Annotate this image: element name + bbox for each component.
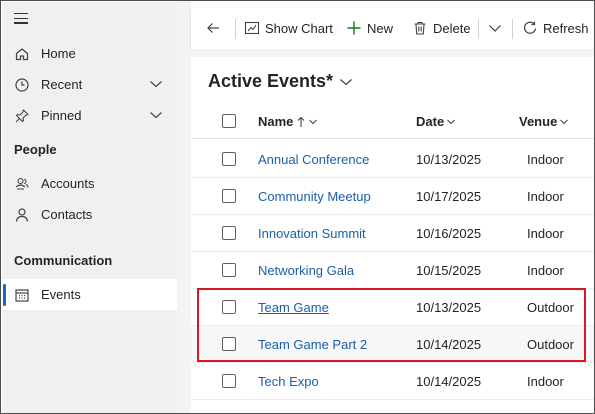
row-date: 10/13/2025 xyxy=(416,152,482,167)
row-venue: Indoor xyxy=(527,226,564,241)
row-name-link[interactable]: Networking Gala xyxy=(258,263,354,278)
toolbar-divider xyxy=(235,19,236,39)
refresh-label: Refresh xyxy=(543,20,589,36)
chevron-down-icon xyxy=(560,119,569,124)
sidebar-item-label: Events xyxy=(41,287,81,302)
row-date: 10/17/2025 xyxy=(416,189,482,204)
column-header-label: Date xyxy=(416,114,445,129)
sidebar-item-label: Contacts xyxy=(41,207,93,222)
row-name-link[interactable]: Tech Expo xyxy=(258,374,319,389)
row-venue: Indoor xyxy=(527,152,564,167)
row-checkbox[interactable] xyxy=(222,152,236,166)
contact-icon xyxy=(15,208,29,222)
row-name-link[interactable]: Innovation Summit xyxy=(258,226,366,241)
table-row[interactable]: Team Game 10/13/2025 Outdoor xyxy=(191,289,594,326)
accounts-icon xyxy=(15,177,29,190)
chevron-down-icon xyxy=(447,119,456,124)
row-checkbox[interactable] xyxy=(222,337,236,351)
row-date: 10/13/2025 xyxy=(416,300,482,315)
chevron-down-icon xyxy=(309,119,318,124)
row-checkbox[interactable] xyxy=(222,189,236,203)
row-date: 10/16/2025 xyxy=(416,226,482,241)
row-checkbox[interactable] xyxy=(222,374,236,388)
table-row[interactable]: Team Game Part 2 10/14/2025 Outdoor xyxy=(191,326,594,363)
home-icon xyxy=(15,48,29,61)
row-venue: Outdoor xyxy=(527,337,574,352)
row-date: 10/14/2025 xyxy=(416,374,482,389)
section-heading-people: People xyxy=(14,142,57,157)
sidebar-item-label: Accounts xyxy=(41,176,95,191)
sidebar-item-label: Pinned xyxy=(41,108,82,123)
main-content: Active Events* Name Date Venue Annual Co… xyxy=(191,57,594,413)
row-checkbox[interactable] xyxy=(222,226,236,240)
view-selector[interactable]: Active Events* xyxy=(208,71,353,92)
hamburger-menu-icon[interactable] xyxy=(14,13,28,25)
sidebar-item-recent[interactable]: Recent xyxy=(2,69,177,100)
more-commands-button[interactable] xyxy=(487,7,508,49)
sidebar-item-contacts[interactable]: Contacts xyxy=(2,199,177,230)
calendar-icon xyxy=(15,289,29,302)
row-venue: Indoor xyxy=(527,189,564,204)
column-header-venue[interactable]: Venue xyxy=(519,114,569,129)
selected-indicator xyxy=(3,284,6,306)
select-all-checkbox[interactable] xyxy=(222,114,236,128)
row-venue: Indoor xyxy=(527,263,564,278)
new-button[interactable]: New xyxy=(346,7,393,49)
row-date: 10/14/2025 xyxy=(416,337,482,352)
chevron-down-icon[interactable] xyxy=(149,79,163,89)
column-header-label: Name xyxy=(258,114,294,129)
table-row[interactable]: Networking Gala 10/15/2025 Indoor xyxy=(191,252,594,289)
row-name-link[interactable]: Annual Conference xyxy=(258,152,369,167)
row-date: 10/15/2025 xyxy=(416,263,482,278)
table-row[interactable]: Tech Expo 10/14/2025 Indoor xyxy=(191,363,594,400)
sidebar-item-pinned[interactable]: Pinned xyxy=(2,100,177,131)
pane-gutter xyxy=(177,1,191,413)
section-heading-communication: Communication xyxy=(14,253,113,268)
refresh-button[interactable]: Refresh xyxy=(522,7,589,49)
view-title: Active Events* xyxy=(208,71,334,91)
table-row[interactable]: Community Meetup 10/17/2025 Indoor xyxy=(191,178,594,215)
row-name-link[interactable]: Team Game Part 2 xyxy=(258,337,367,352)
trash-icon xyxy=(414,21,426,35)
table-row[interactable]: Innovation Summit 10/16/2025 Indoor xyxy=(191,215,594,252)
new-label: New xyxy=(367,20,394,36)
back-button[interactable] xyxy=(205,7,226,49)
chart-icon xyxy=(244,21,260,35)
toolbar-divider xyxy=(512,19,513,39)
row-checkbox[interactable] xyxy=(222,300,236,314)
row-name-link[interactable]: Team Game xyxy=(258,300,329,315)
command-bar: Show Chart New Delete Refresh xyxy=(191,7,594,49)
column-header-label: Venue xyxy=(519,114,558,129)
content-gutter xyxy=(191,49,594,57)
sidebar-item-accounts[interactable]: Accounts xyxy=(2,168,177,199)
sidebar-item-label: Recent xyxy=(41,77,83,92)
show-chart-button[interactable]: Show Chart xyxy=(244,7,333,49)
delete-label: Delete xyxy=(433,20,471,36)
row-name-link[interactable]: Community Meetup xyxy=(258,189,371,204)
pin-icon xyxy=(15,109,29,123)
back-arrow-icon xyxy=(207,23,219,33)
sidebar-item-home[interactable]: Home xyxy=(2,38,177,69)
show-chart-label: Show Chart xyxy=(265,20,333,36)
app-window: Home Recent Pinned People Accounts Conta… xyxy=(0,0,595,414)
row-checkbox[interactable] xyxy=(222,263,236,277)
row-venue: Indoor xyxy=(527,374,564,389)
sidebar-item-events[interactable]: Events xyxy=(2,279,177,310)
row-venue: Outdoor xyxy=(527,300,574,315)
column-header-name[interactable]: Name xyxy=(258,114,318,129)
chevron-down-icon[interactable] xyxy=(149,110,163,120)
table-row[interactable]: Annual Conference 10/13/2025 Indoor xyxy=(191,141,594,178)
grid-header: Name Date Venue xyxy=(191,105,594,139)
chevron-down-icon xyxy=(340,78,352,85)
delete-button[interactable]: Delete xyxy=(412,7,471,49)
column-header-date[interactable]: Date xyxy=(416,114,456,129)
sidebar: Home Recent Pinned People Accounts Conta… xyxy=(2,2,177,413)
refresh-icon xyxy=(523,21,537,34)
toolbar-divider xyxy=(478,19,479,39)
chevron-down-icon xyxy=(489,25,501,32)
plus-icon xyxy=(347,21,361,35)
clock-icon xyxy=(15,78,29,92)
sort-ascending-icon xyxy=(298,116,305,127)
sidebar-item-label: Home xyxy=(41,46,76,61)
